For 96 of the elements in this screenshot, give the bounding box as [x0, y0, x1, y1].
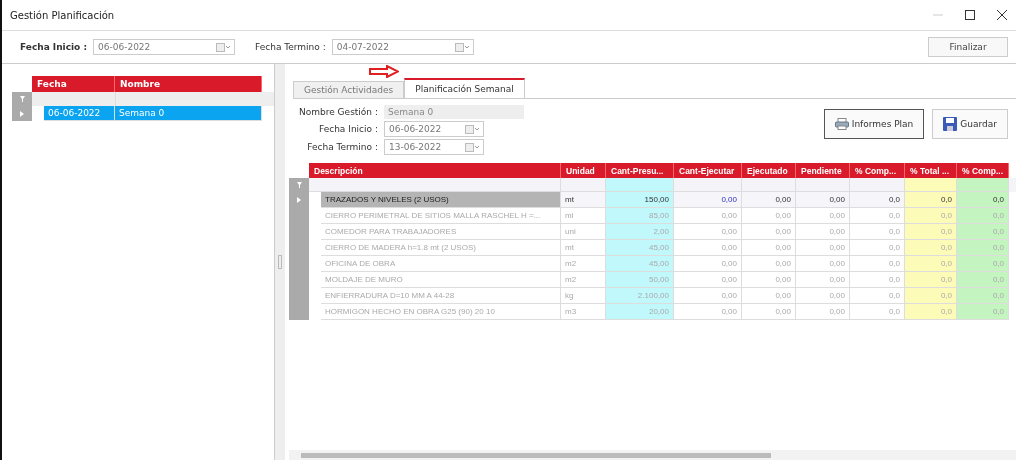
name-field[interactable]: Semana 0: [383, 105, 524, 119]
table-cell: 0,00: [796, 304, 850, 320]
table-cell: 0,00: [674, 288, 742, 304]
table-cell: 0,00: [796, 272, 850, 288]
table-cell: COMEDOR PARA TRABAJADORES: [321, 224, 561, 240]
table-cell: 0,00: [796, 208, 850, 224]
filter-cell[interactable]: [957, 178, 1009, 192]
end-date-field[interactable]: 04-07-2022: [331, 39, 474, 55]
table-cell: 0,00: [742, 224, 796, 240]
column-header[interactable]: Pendiente: [796, 163, 850, 178]
table-cell: 0,00: [796, 256, 850, 272]
printer-icon: [834, 118, 849, 130]
table-cell: 0,00: [796, 288, 850, 304]
end-date-label: Fecha Termino :: [255, 42, 326, 52]
table-cell: 0,00: [742, 192, 796, 208]
table-cell: 45,00: [606, 256, 674, 272]
table-cell: 0,00: [742, 208, 796, 224]
table-cell: 0,00: [742, 304, 796, 320]
table-cell: 0,00: [742, 240, 796, 256]
table-cell: 0,0: [905, 208, 957, 224]
table-cell[interactable]: 06-06-2022: [44, 106, 115, 121]
table-cell: 0,00: [796, 192, 850, 208]
table-cell: 0,00: [674, 224, 742, 240]
end-date-label: Fecha Termino :: [306, 142, 378, 152]
table-cell: 50,00: [606, 272, 674, 288]
column-header[interactable]: Descripción: [309, 163, 561, 178]
table-cell: 0,0: [905, 288, 957, 304]
table-cell: 0,0: [905, 240, 957, 256]
table-cell: 0,0: [957, 192, 1009, 208]
start-date-field[interactable]: 06-06-2022: [93, 39, 235, 55]
calendar-dropdown-icon[interactable]: [216, 42, 230, 52]
table-cell: 150,00: [606, 192, 674, 208]
table-cell: MOLDAJE DE MURO: [321, 272, 561, 288]
table-cell: 0,00: [674, 304, 742, 320]
maximize-icon[interactable]: [964, 9, 976, 21]
filter-row-indicator: [12, 92, 32, 106]
window-title: Gestión Planificación: [10, 9, 115, 21]
start-date-field[interactable]: 06-06-2022: [383, 121, 484, 137]
column-header[interactable]: Cant-Ejecutar: [674, 163, 742, 178]
annotation-arrow: [369, 65, 399, 78]
row-indicator: [289, 304, 309, 320]
name-label: Nombre Gestión :: [299, 107, 378, 117]
tab[interactable]: Gestión Actividades: [293, 81, 405, 98]
table-cell: ENFIERRADURA D=10 MM A 44-28: [321, 288, 561, 304]
table-cell: 0,0: [905, 224, 957, 240]
splitter-grip[interactable]: [278, 255, 282, 269]
calendar-dropdown-icon[interactable]: [464, 124, 479, 134]
calendar-dropdown-icon[interactable]: [454, 42, 469, 52]
close-icon[interactable]: [996, 9, 1008, 21]
end-date-field[interactable]: 13-06-2022: [383, 139, 484, 155]
scrollbar-thumb[interactable]: [301, 452, 771, 458]
table-cell: OFICINA DE OBRA: [321, 256, 561, 272]
table-cell: CIERRO DE MADERA h=1.8 mt (2 USOS): [321, 240, 561, 256]
row-indicator: [12, 106, 32, 121]
table-cell: 0,00: [674, 256, 742, 272]
filter-cell[interactable]: [606, 178, 674, 192]
calendar-dropdown-icon[interactable]: [464, 142, 479, 152]
finish-button[interactable]: Finalizar: [928, 37, 1008, 57]
start-date-label: Fecha Inicio :: [318, 124, 378, 134]
reports-button[interactable]: Informes Plan: [823, 109, 925, 139]
table-cell: 0,00: [674, 240, 742, 256]
table-cell: 0,00: [742, 256, 796, 272]
table-cell: 0,0: [905, 272, 957, 288]
start-date-label: Fecha Inicio :: [20, 42, 87, 52]
tab[interactable]: Planificación Semanal: [404, 78, 525, 98]
table-cell: 0,00: [796, 240, 850, 256]
table-cell[interactable]: Semana 0: [115, 106, 262, 121]
table-cell: 0,0: [905, 256, 957, 272]
column-header[interactable]: % Comp...: [850, 163, 905, 178]
table-cell: 2.100,00: [606, 288, 674, 304]
table-cell: 2,00: [606, 224, 674, 240]
filter-cell[interactable]: [905, 178, 957, 192]
table-cell: 0,00: [674, 192, 742, 208]
table-cell: 0,0: [905, 192, 957, 208]
table-cell: 0,00: [742, 288, 796, 304]
table-cell: 0,0: [905, 304, 957, 320]
table-cell: 0,00: [674, 272, 742, 288]
column-header[interactable]: Ejecutado: [742, 163, 796, 178]
table-cell: 85,00: [606, 208, 674, 224]
table-cell: 20,00: [606, 304, 674, 320]
table-cell: 0,0: [850, 192, 905, 208]
table-cell: mt: [561, 192, 606, 208]
table-cell: 0,00: [742, 272, 796, 288]
table-cell: TRAZADOS Y NIVELES (2 USOS): [321, 192, 561, 208]
column-header[interactable]: Fecha: [32, 76, 115, 92]
table-cell: 45,00: [606, 240, 674, 256]
column-header[interactable]: Cant-Presu...: [606, 163, 674, 178]
column-header[interactable]: Unidad: [561, 163, 606, 178]
column-header[interactable]: % Comp...: [957, 163, 1009, 178]
table-cell: HORMIGON HECHO EN OBRA G25 (90) 20 10: [321, 304, 561, 320]
table-cell: CIERRO PERIMETRAL DE SITIOS MALLA RASCHEL H =...: [321, 208, 561, 224]
table-cell: 0,00: [796, 224, 850, 240]
column-header[interactable]: Nombre: [115, 76, 262, 92]
table-cell: 0,00: [674, 208, 742, 224]
column-header[interactable]: % Total ...: [905, 163, 957, 178]
save-button[interactable]: Guardar: [932, 109, 1008, 139]
